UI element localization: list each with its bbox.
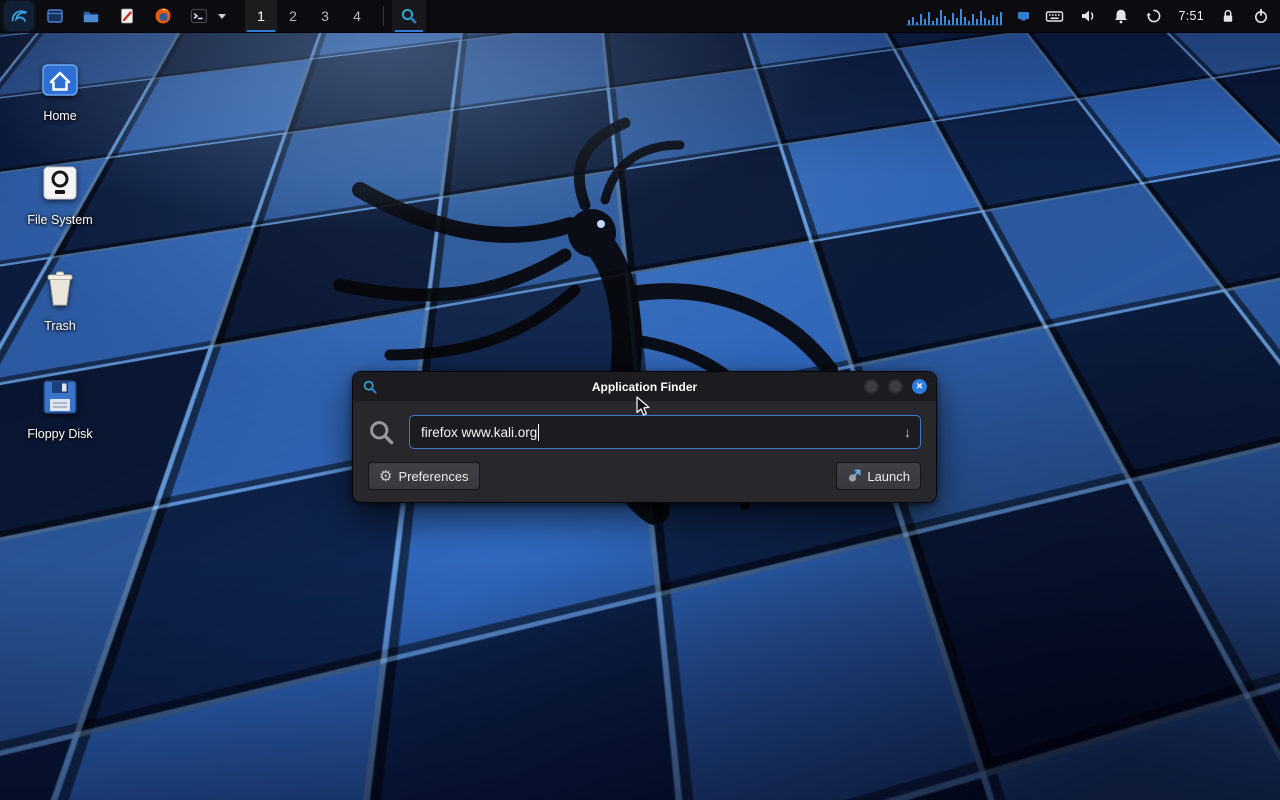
logout[interactable] [1252,7,1270,25]
desktop-icon-floppy-disk[interactable]: Floppy Disk [12,376,108,441]
workspace-switcher: 1 2 3 4 [245,0,373,32]
mouse-cursor [636,396,652,418]
system-tray: 7:51 [906,0,1280,32]
logout-icon [1252,7,1270,25]
launch-button[interactable]: Launch [836,462,921,490]
network-icon [1017,10,1030,23]
file-manager-button[interactable] [78,3,104,29]
kali-menu-icon [9,6,29,26]
search-icon [368,419,395,446]
notifications[interactable] [1112,7,1130,25]
desktop-icon-label: Home [43,109,76,123]
desktop-icon-label: File System [27,213,92,227]
desktop-icon-trash[interactable]: Trash [12,268,108,333]
clock[interactable]: 7:51 [1178,9,1204,23]
launch-label: Launch [867,469,910,484]
desktop-icon-label: Trash [44,319,76,333]
panel-separator [383,6,384,26]
window-title: Application Finder [353,380,936,394]
close-icon: ✕ [916,382,924,391]
text-editor-button[interactable] [114,3,140,29]
dropdown-arrow-icon[interactable]: ↓ [904,424,911,440]
desktop-screen: 1 2 3 4 [0,0,1280,800]
workspace-1[interactable]: 1 [245,0,277,32]
window-title-icon [362,379,378,395]
search-row: firefox www.kali.org ↓ [368,415,921,449]
applications-menu-button[interactable] [6,3,32,29]
cpu-graph[interactable] [906,6,1002,26]
workspace-4[interactable]: 4 [341,0,373,32]
workspace-2[interactable]: 2 [277,0,309,32]
workspace-3[interactable]: 3 [309,0,341,32]
preferences-button[interactable]: ⚙ Preferences [368,462,480,490]
gear-icon: ⚙ [379,469,392,484]
desktop-icon-label: Floppy Disk [27,427,92,441]
screen-lock[interactable] [1219,7,1237,25]
close-button[interactable]: ✕ [912,379,927,394]
workspace-1-label: 1 [257,8,265,24]
top-panel: 1 2 3 4 [0,0,1280,33]
keyboard-layout[interactable] [1045,7,1064,25]
application-finder-window: Application Finder ✕ firefox www.kali.or… [352,371,937,503]
maximize-button[interactable] [888,379,903,394]
workspace-3-label: 3 [321,8,329,24]
workspace-2-label: 2 [289,8,297,24]
panel-launchers [0,0,229,32]
search-input[interactable]: firefox www.kali.org ↓ [409,415,921,449]
trash-icon [43,268,77,308]
file-system-icon [41,164,79,202]
terminal-icon [189,6,209,26]
minimize-button[interactable] [864,379,879,394]
chevron-down-icon [218,14,226,19]
preferences-label: Preferences [398,469,468,484]
network-monitor[interactable] [1017,10,1030,23]
terminal-dropdown-button[interactable] [215,3,229,29]
floppy-disk-icon [41,378,79,416]
home-icon [40,62,80,98]
window-controls: ✕ [864,379,927,394]
firefox-icon [153,6,173,26]
desktop-icon-file-system[interactable]: File System [12,162,108,227]
keyboard-icon [1045,7,1064,25]
firefox-button[interactable] [150,3,176,29]
text-editor-icon [117,6,137,26]
terminal-button[interactable] [186,3,212,29]
window-launcher-button[interactable] [42,3,68,29]
updates[interactable] [1145,7,1163,25]
volume-control[interactable] [1079,7,1097,25]
notifications-bell-icon [1112,7,1130,25]
launch-icon [847,469,861,483]
window-icon [45,6,65,26]
desktop-icon-home[interactable]: Home [12,58,108,123]
workspace-4-label: 4 [353,8,361,24]
lock-icon [1219,7,1237,25]
update-icon [1145,7,1163,25]
file-manager-icon [81,6,101,26]
taskbar-application-finder[interactable] [392,0,426,32]
volume-icon [1079,7,1097,25]
application-finder-icon [400,7,418,25]
cpu-graph-icon [906,6,1002,26]
text-caret [538,424,539,441]
action-row: ⚙ Preferences Launch [368,462,921,490]
search-input-value: firefox www.kali.org [421,425,537,440]
